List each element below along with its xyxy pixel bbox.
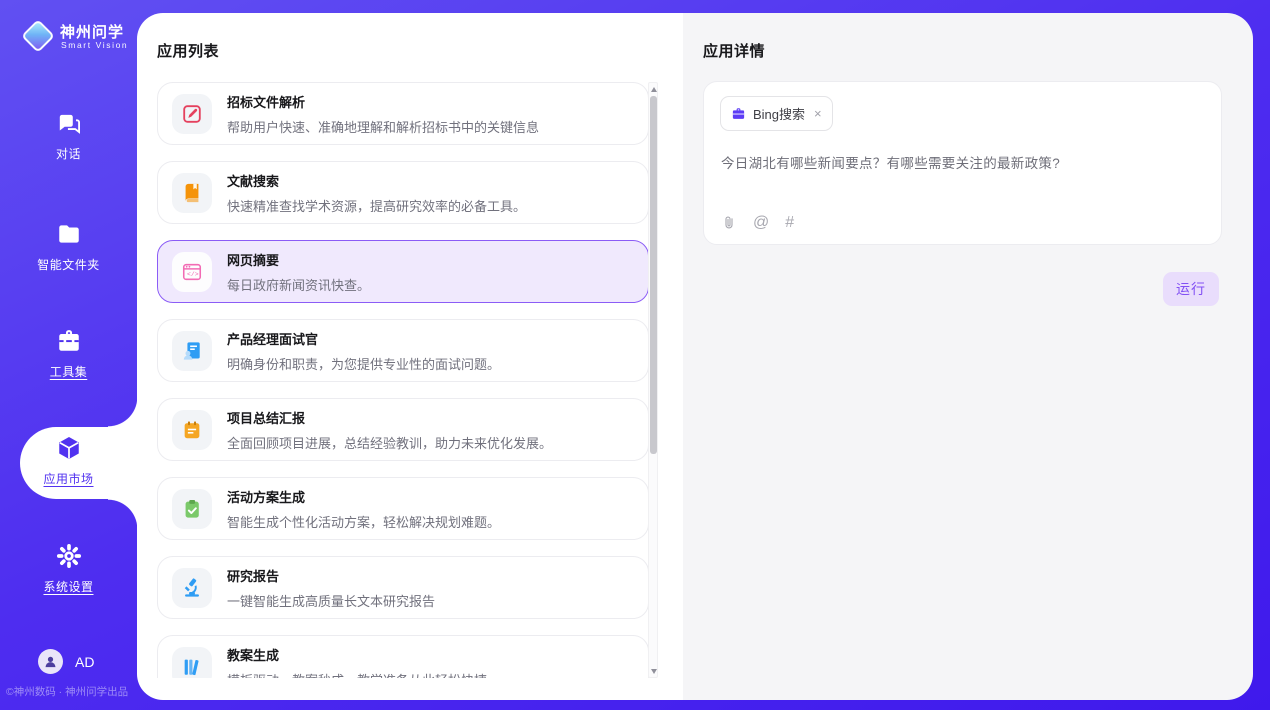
app-card-title: 文献搜索 [227, 171, 526, 190]
webpage-code-icon: </> [172, 252, 212, 292]
app-card-desc: 帮助用户快速、准确地理解和解析招标书中的关键信息 [227, 117, 539, 136]
microscope-icon [172, 568, 212, 608]
user-account[interactable]: AD [38, 649, 94, 674]
user-name: AD [75, 654, 94, 670]
brand-subtitle: Smart Vision [61, 40, 128, 50]
app-card-desc: 每日政府新闻资讯快查。 [227, 275, 370, 294]
avatar [38, 649, 63, 674]
chat-icon [56, 110, 82, 136]
app-card-desc: 明确身份和职责，为您提供专业性的面试问题。 [227, 354, 500, 373]
app-detail-panel: 应用详情 Bing搜索 × 今日湖北有哪些新闻要点？有哪些需要关注的最新政策? … [683, 13, 1253, 700]
sidebar-item-label: 系统设置 [0, 578, 137, 595]
sidebar-item-app-market[interactable]: 应用市场 [0, 435, 137, 487]
sidebar: 神州问学 Smart Vision 对话 智能文件夹 工具集 应用市场 系统设置 [0, 13, 137, 710]
composer-toolbar: @ # [721, 214, 794, 231]
sidebar-item-folders[interactable]: 智能文件夹 [0, 221, 137, 273]
sidebar-item-label: 应用市场 [0, 470, 137, 487]
brand-diamond-icon [21, 19, 55, 53]
app-card-desc: 全面回顾项目进展，总结经验教训，助力未来优化发展。 [227, 433, 552, 452]
copyright-text: ©神州数码 · 神州问学出品 [6, 684, 137, 699]
app-card-title: 项目总结汇报 [227, 408, 552, 427]
app-card-title: 招标文件解析 [227, 92, 539, 111]
app-card-title: 研究报告 [227, 566, 435, 585]
app-card-title: 产品经理面试官 [227, 329, 500, 348]
app-card-title: 活动方案生成 [227, 487, 500, 506]
app-card-event-plan[interactable]: 活动方案生成 智能生成个性化活动方案，轻松解决规划难题。 [157, 477, 649, 540]
hash-icon[interactable]: # [785, 215, 794, 231]
edit-document-icon [172, 94, 212, 134]
app-card-research-report[interactable]: 研究报告 一键智能生成高质量长文本研究报告 [157, 556, 649, 619]
sidebar-item-label: 智能文件夹 [0, 256, 137, 273]
svg-text:</>: </> [187, 271, 199, 278]
scrollbar-thumb[interactable] [650, 96, 657, 454]
brand-name: 神州问学 [60, 21, 124, 42]
clipboard-check-icon [172, 489, 212, 529]
app-list: 招标文件解析 帮助用户快速、准确地理解和解析招标书中的关键信息 文献搜索 快速精… [157, 82, 649, 678]
scroll-down-icon[interactable] [650, 666, 658, 676]
book-icon [172, 173, 212, 213]
mention-icon[interactable]: @ [753, 215, 769, 231]
gear-icon [56, 543, 82, 569]
app-list-title: 应用列表 [157, 40, 219, 61]
run-button[interactable]: 运行 [1163, 272, 1219, 306]
close-icon[interactable]: × [814, 106, 822, 121]
app-list-panel: 应用列表 招标文件解析 帮助用户快速、准确地理解和解析招标书中的关键信息 文献搜… [137, 13, 683, 700]
folder-icon [56, 221, 82, 247]
app-list-scrollbar[interactable] [648, 82, 658, 678]
app-card-title: 教案生成 [227, 645, 487, 664]
app-card-lesson-plan[interactable]: 教案生成 模板驱动，教案秒成，教学准备从此轻松快捷 [157, 635, 649, 678]
sidebar-item-settings[interactable]: 系统设置 [0, 543, 137, 595]
app-card-bid-parse[interactable]: 招标文件解析 帮助用户快速、准确地理解和解析招标书中的关键信息 [157, 82, 649, 145]
app-card-desc: 快速精准查找学术资源，提高研究效率的必备工具。 [227, 196, 526, 215]
toolbox-icon [56, 328, 82, 354]
scroll-up-icon[interactable] [650, 84, 658, 94]
books-icon [172, 647, 212, 679]
interview-document-icon [172, 331, 212, 371]
tool-tag-label: Bing搜索 [753, 104, 805, 123]
query-input-card[interactable]: Bing搜索 × 今日湖北有哪些新闻要点？有哪些需要关注的最新政策? @ # [703, 81, 1222, 245]
app-card-project-summary[interactable]: 项目总结汇报 全面回顾项目进展，总结经验教训，助力未来优化发展。 [157, 398, 649, 461]
summary-note-icon [172, 410, 212, 450]
app-card-desc: 模板驱动，教案秒成，教学准备从此轻松快捷 [227, 670, 487, 679]
brand-logo: 神州问学 Smart Vision [20, 17, 137, 63]
app-card-pm-interviewer[interactable]: 产品经理面试官 明确身份和职责，为您提供专业性的面试问题。 [157, 319, 649, 382]
app-detail-title: 应用详情 [703, 40, 765, 61]
query-text[interactable]: 今日湖北有哪些新闻要点？有哪些需要关注的最新政策? [721, 152, 1060, 172]
app-card-web-summary[interactable]: </> 网页摘要 每日政府新闻资讯快查。 [157, 240, 649, 303]
sidebar-item-toolset[interactable]: 工具集 [0, 328, 137, 380]
sidebar-item-label: 对话 [0, 145, 137, 162]
sidebar-item-label: 工具集 [0, 363, 137, 380]
app-market-cube-icon [56, 435, 82, 461]
app-card-desc: 一键智能生成高质量长文本研究报告 [227, 591, 435, 610]
app-card-title: 网页摘要 [227, 250, 370, 269]
tool-tag-bing-search[interactable]: Bing搜索 × [720, 96, 833, 131]
briefcase-icon [731, 106, 746, 121]
sidebar-item-chat[interactable]: 对话 [0, 110, 137, 162]
paperclip-icon[interactable] [721, 214, 737, 231]
app-card-literature-search[interactable]: 文献搜索 快速精准查找学术资源，提高研究效率的必备工具。 [157, 161, 649, 224]
app-card-desc: 智能生成个性化活动方案，轻松解决规划难题。 [227, 512, 500, 531]
